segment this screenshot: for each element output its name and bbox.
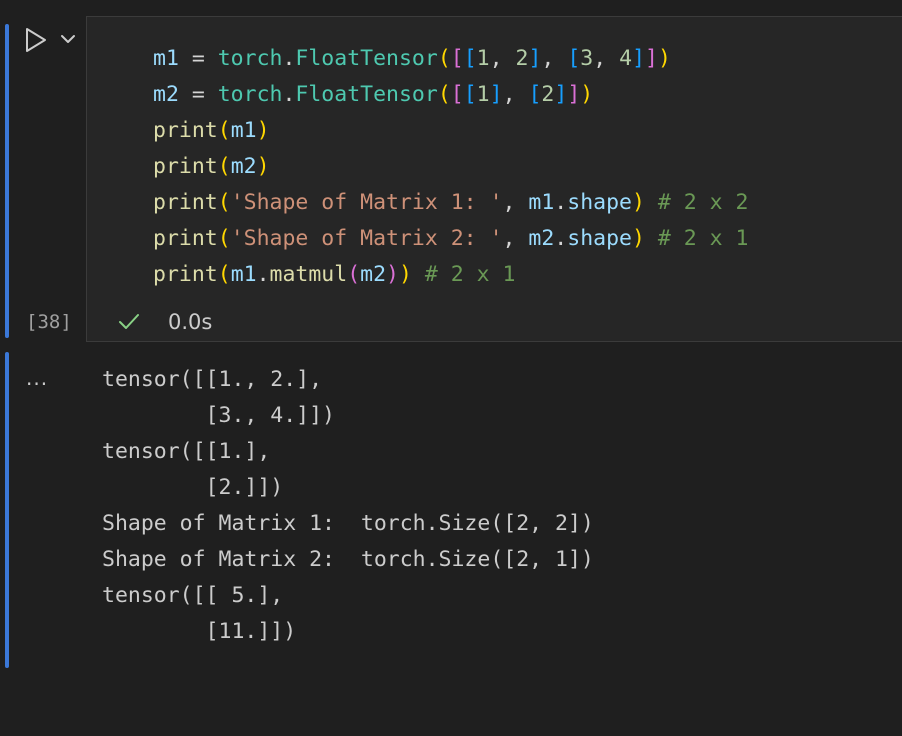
chevron-down-icon <box>61 35 75 43</box>
output-actions-button[interactable]: ... <box>26 366 48 390</box>
code-line-5: print('Shape of Matrix 1: ', m1.shape) #… <box>153 190 749 215</box>
output-line: [2.]]) <box>102 475 284 500</box>
output-line: [3., 4.]]) <box>102 403 335 428</box>
execution-duration: 0.0s <box>168 310 213 334</box>
output-line: tensor([[1.], <box>102 439 271 464</box>
output-line: [11.]]) <box>102 619 297 644</box>
output-line: Shape of Matrix 2: torch.Size([2, 1]) <box>102 547 594 572</box>
output-line: Shape of Matrix 1: torch.Size([2, 2]) <box>102 511 594 536</box>
output-focus-indicator <box>5 352 9 668</box>
code-content[interactable]: m1 = torch.FloatTensor([[1, 2], [3, 4]])… <box>153 41 749 293</box>
run-options-dropdown[interactable] <box>58 28 78 50</box>
run-cell-button[interactable] <box>22 26 50 54</box>
code-line-6: print('Shape of Matrix 2: ', m2.shape) #… <box>153 226 749 251</box>
success-status <box>116 308 142 336</box>
output-line: tensor([[1., 2.], <box>102 367 323 392</box>
check-icon <box>119 314 139 329</box>
output-line: tensor([[ 5.], <box>102 583 284 608</box>
execution-count: [38] <box>26 311 72 333</box>
code-line-4: print(m2) <box>153 154 270 179</box>
code-line-2: m2 = torch.FloatTensor([[1], [2]]) <box>153 82 594 107</box>
play-icon <box>26 28 46 52</box>
code-line-7: print(m1.matmul(m2)) # 2 x 1 <box>153 262 516 287</box>
code-line-3: print(m1) <box>153 118 270 143</box>
code-line-1: m1 = torch.FloatTensor([[1, 2], [3, 4]]) <box>153 46 671 71</box>
code-editor[interactable]: m1 = torch.FloatTensor([[1, 2], [3, 4]])… <box>86 16 902 342</box>
cell-focus-indicator <box>5 24 9 338</box>
cell-output: tensor([[1., 2.], [3., 4.]]) tensor([[1.]… <box>102 362 594 650</box>
